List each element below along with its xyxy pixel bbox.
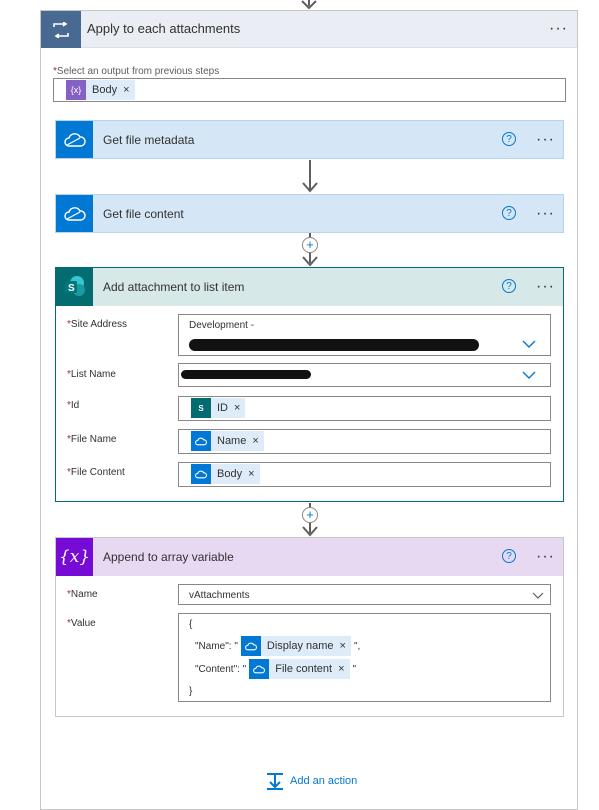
id-token-label: ID	[217, 402, 228, 414]
variable-name-value: vAttachments	[189, 590, 250, 601]
apply-to-each-title: Apply to each attachments	[87, 21, 241, 36]
id-field[interactable]: S ID ×	[178, 396, 551, 421]
json-key: "Content": "	[195, 663, 247, 675]
insert-step-button[interactable]: +	[302, 507, 318, 523]
get-file-metadata-card[interactable]: Get file metadata ? ···	[55, 120, 564, 159]
expression-icon: {x}	[66, 80, 86, 100]
add-attachment-header[interactable]: S Add attachment to list item ? ···	[56, 268, 563, 306]
insert-step-button[interactable]: +	[302, 237, 318, 253]
help-icon[interactable]: ?	[502, 206, 516, 220]
select-output-field[interactable]: {x} Body ×	[53, 78, 566, 102]
sharepoint-icon: S	[191, 398, 211, 418]
card-title: Get file content	[103, 207, 184, 221]
json-punctuation: "	[352, 663, 357, 675]
add-action-label: Add an action	[290, 775, 358, 787]
help-icon[interactable]: ?	[502, 279, 516, 293]
json-close-brace: }	[189, 686, 193, 697]
display-name-token[interactable]: Display name ×	[240, 636, 351, 656]
json-content-line: "Content": " File content × "	[195, 659, 356, 679]
variable-name-dropdown[interactable]: vAttachments	[178, 584, 551, 605]
file-content-token[interactable]: File content ×	[249, 659, 350, 679]
file-content-token-label: File content	[275, 663, 333, 675]
remove-token-icon[interactable]: ×	[248, 468, 254, 480]
site-address-label: *Site Address	[67, 319, 128, 330]
card-title: Append to array variable	[103, 550, 234, 564]
get-file-content-card[interactable]: Get file content ? ···	[55, 194, 564, 233]
site-address-value: Development -	[189, 320, 255, 331]
add-action-button[interactable]: Add an action	[266, 772, 357, 790]
body-token[interactable]: {x} Body ×	[66, 80, 135, 100]
chevron-down-icon[interactable]	[522, 340, 536, 348]
remove-token-icon[interactable]: ×	[123, 84, 129, 96]
add-attachment-card: S Add attachment to list item ? ··· *Sit…	[55, 267, 564, 502]
top-arrow-icon	[301, 0, 317, 10]
name-token-label: Name	[217, 435, 247, 447]
onedrive-icon	[191, 464, 211, 484]
card-title: Add attachment to list item	[103, 280, 245, 294]
json-name-line: "Name": " Display name × ",	[195, 636, 360, 656]
down-arrow-icon	[302, 182, 318, 193]
id-token[interactable]: S ID ×	[191, 398, 246, 418]
more-options-icon[interactable]: ···	[536, 549, 555, 565]
down-arrow-icon	[302, 256, 318, 267]
sharepoint-icon: S	[56, 268, 93, 306]
id-label: *Id	[67, 400, 80, 411]
help-icon[interactable]: ?	[502, 132, 516, 146]
site-address-dropdown[interactable]: Development -	[178, 314, 551, 356]
variable-icon: {x}	[56, 538, 93, 576]
svg-text:S: S	[68, 283, 75, 294]
name-token[interactable]: Name ×	[191, 431, 264, 451]
variable-name-label: *Name	[67, 589, 98, 600]
chevron-down-icon[interactable]	[532, 592, 544, 599]
card-title: Get file metadata	[103, 133, 195, 147]
add-action-icon	[267, 773, 283, 790]
loop-icon	[41, 11, 81, 48]
onedrive-icon	[56, 121, 93, 158]
onedrive-icon	[56, 195, 93, 232]
body-token[interactable]: Body ×	[191, 464, 260, 484]
json-key: "Name": "	[195, 640, 238, 652]
json-open-brace: {	[189, 619, 193, 630]
onedrive-icon	[191, 431, 211, 451]
more-options-icon[interactable]: ···	[536, 279, 555, 295]
more-options-icon[interactable]: ···	[536, 206, 555, 222]
list-name-dropdown[interactable]	[178, 363, 551, 387]
down-arrow-icon	[302, 526, 318, 537]
body-token-label: Body	[92, 84, 118, 96]
remove-token-icon[interactable]: ×	[234, 402, 240, 414]
append-array-card: {x} Append to array variable ? ··· *Name…	[55, 537, 564, 717]
remove-token-icon[interactable]: ×	[252, 435, 258, 447]
help-icon[interactable]: ?	[502, 549, 516, 563]
apply-to-each-header[interactable]: Apply to each attachments ···	[41, 11, 577, 48]
file-content-label: *File Content	[67, 467, 125, 478]
file-name-field[interactable]: Name ×	[178, 429, 551, 454]
onedrive-icon	[249, 659, 270, 679]
value-label: *Value	[67, 618, 96, 629]
file-name-label: *File Name	[67, 434, 117, 445]
redaction-mark	[189, 339, 479, 351]
display-name-token-label: Display name	[266, 640, 334, 652]
remove-token-icon[interactable]: ×	[340, 640, 346, 652]
onedrive-icon	[240, 636, 261, 656]
redaction-mark	[181, 370, 311, 379]
list-name-label: *List Name	[67, 369, 116, 380]
select-output-label: *Select an output from previous steps	[53, 66, 220, 77]
value-editor[interactable]: { "Name": " Display name × ", "Content":…	[178, 613, 551, 702]
more-options-icon[interactable]: ···	[536, 132, 555, 148]
json-punctuation: ",	[353, 640, 361, 652]
body-token-label: Body	[217, 468, 243, 480]
more-options-icon[interactable]: ···	[549, 21, 568, 37]
append-array-header[interactable]: {x} Append to array variable ? ···	[56, 538, 563, 576]
chevron-down-icon[interactable]	[522, 371, 536, 379]
file-content-field[interactable]: Body ×	[178, 462, 551, 487]
remove-token-icon[interactable]: ×	[338, 663, 344, 675]
